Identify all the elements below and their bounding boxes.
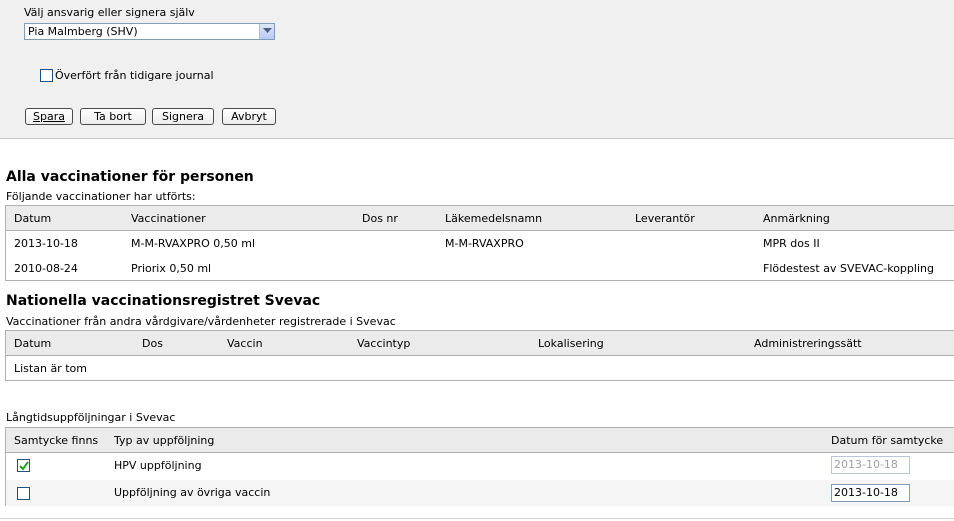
cell-vaccination: Priorix 0,50 ml: [131, 262, 212, 275]
svevac-subtitle: Vaccinationer från andra vårdgivare/vård…: [6, 315, 396, 328]
vaccinations-table-header: Datum Vaccinationer Dos nr Läkemedelsnam…: [6, 206, 954, 231]
cell-vaccination: M-M-RVAXPRO 0,50 ml: [131, 237, 256, 250]
col-vaccin[interactable]: Vaccin: [227, 337, 263, 350]
col-vaccintyp[interactable]: Vaccintyp: [357, 337, 410, 350]
delete-button[interactable]: Ta bort: [80, 108, 146, 125]
transferred-checkbox[interactable]: [40, 68, 53, 82]
cell-datum: 2013-10-18: [14, 237, 78, 250]
signing-panel: Välj ansvarig eller signera själv Pia Ma…: [0, 0, 954, 139]
col-anmarkning[interactable]: Anmärkning: [763, 212, 830, 225]
col-datum[interactable]: Datum: [14, 337, 51, 350]
cell-anmarkning: Flödestest av SVEVAC-koppling: [763, 262, 934, 275]
col-samtycke[interactable]: Samtycke finns: [14, 434, 98, 447]
responsible-select-value: Pia Malmberg (SHV): [28, 25, 138, 38]
col-lokalisering[interactable]: Lokalisering: [538, 337, 604, 350]
hpv-consent-date-input[interactable]: 2013-10-18: [831, 456, 910, 474]
followups-table-header: Samtycke finns Typ av uppföljning Datum …: [6, 428, 954, 453]
cell-anmarkning: MPR dos II: [763, 237, 820, 250]
bottom-divider: [0, 518, 954, 519]
svevac-table: Datum Dos Vaccin Vaccintyp Lokalisering …: [5, 330, 954, 381]
vaccinations-table: Datum Vaccinationer Dos nr Läkemedelsnam…: [5, 205, 954, 281]
col-typ[interactable]: Typ av uppföljning: [114, 434, 214, 447]
other-vaccine-consent-date-input[interactable]: 2013-10-18: [831, 484, 910, 502]
transferred-row: Överfört från tidigare journal: [40, 68, 214, 82]
col-datum[interactable]: Datum: [14, 212, 51, 225]
cell-datum: 2010-08-24: [14, 262, 78, 275]
vaccinations-subtitle: Följande vaccinationer har utförts:: [6, 190, 196, 203]
col-dos-nr[interactable]: Dos nr: [362, 212, 398, 225]
followup-type: Uppföljning av övriga vaccin: [114, 486, 271, 499]
col-leverantor[interactable]: Leverantör: [635, 212, 695, 225]
table-row[interactable]: 2010-08-24 Priorix 0,50 ml Flödestest av…: [6, 256, 954, 281]
followups-title: Långtidsuppföljningar i Svevac: [6, 411, 176, 424]
table-row[interactable]: 2013-10-18 M-M-RVAXPRO 0,50 ml M-M-RVAXP…: [6, 231, 954, 256]
list-item: Listan är tom: [6, 356, 954, 381]
cancel-button[interactable]: Avbryt: [222, 108, 276, 125]
save-button[interactable]: Spara: [25, 108, 73, 125]
col-administreringssatt[interactable]: Administreringssätt: [754, 337, 862, 350]
responsible-select[interactable]: Pia Malmberg (SHV): [24, 23, 275, 40]
col-datum-samtycke[interactable]: Datum för samtycke: [831, 434, 943, 447]
checkmark-icon: [19, 461, 29, 471]
col-dos[interactable]: Dos: [142, 337, 163, 350]
empty-list-text: Listan är tom: [14, 362, 87, 375]
followup-type: HPV uppföljning: [114, 459, 202, 472]
svevac-title: Nationella vaccinationsregistret Svevac: [6, 293, 321, 309]
table-row: HPV uppföljning 2013-10-18: [6, 453, 954, 480]
other-vaccine-consent-checkbox[interactable]: [17, 487, 30, 500]
cell-lakemedel: M-M-RVAXPRO: [445, 237, 524, 250]
transferred-label: Överfört från tidigare journal: [55, 68, 214, 82]
table-row: Uppföljning av övriga vaccin 2013-10-18: [6, 480, 954, 506]
svevac-table-header: Datum Dos Vaccin Vaccintyp Lokalisering …: [6, 331, 954, 356]
chevron-down-icon[interactable]: [259, 24, 274, 39]
followups-table: Samtycke finns Typ av uppföljning Datum …: [5, 427, 954, 506]
col-vaccinationer[interactable]: Vaccinationer: [131, 212, 206, 225]
col-lakemedelsnamn[interactable]: Läkemedelsnamn: [445, 212, 542, 225]
hpv-consent-checkbox[interactable]: [17, 459, 30, 472]
sign-button[interactable]: Signera: [152, 108, 214, 125]
vaccinations-title: Alla vaccinationer för personen: [6, 169, 254, 185]
responsible-label: Välj ansvarig eller signera själv: [24, 6, 195, 19]
